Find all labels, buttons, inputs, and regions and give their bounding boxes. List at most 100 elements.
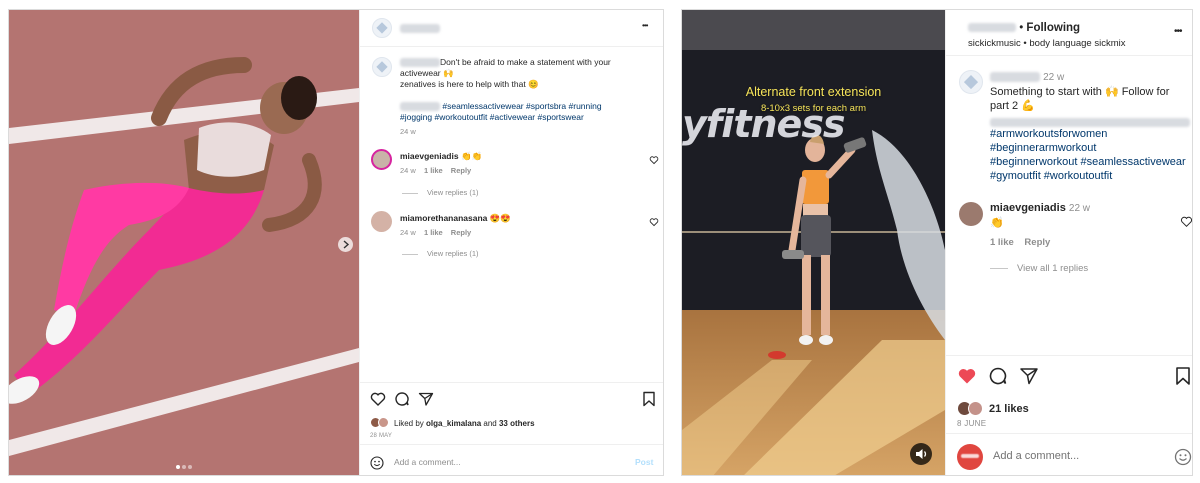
caption-text-line2: part 2 💪 [990, 100, 1035, 112]
commenter-avatar[interactable] [959, 202, 983, 226]
caption-age: 22 w [1043, 72, 1065, 83]
commenter-avatar[interactable] [371, 211, 392, 232]
action-bar: Liked by olga_kimalana and 33 others 28 … [360, 382, 663, 475]
liker-avatar [968, 401, 983, 416]
caption-block: Don't be afraid to make a statement with… [400, 57, 658, 137]
likes-count[interactable]: 21 likes [989, 403, 1029, 415]
share-icon[interactable] [418, 391, 434, 407]
heart-filled-icon[interactable] [957, 366, 977, 386]
emoji-icon[interactable] [1174, 448, 1192, 466]
comment-age: 22 w [1068, 203, 1091, 214]
carousel-dots [176, 465, 196, 469]
reel-video[interactable]: yfitness Alternate front extension 8-10x… [682, 10, 945, 475]
comment-like-heart-icon[interactable] [1180, 215, 1193, 228]
view-replies-2[interactable]: View replies (1) [402, 249, 479, 258]
caption-username-redacted[interactable] [990, 72, 1040, 83]
caption-text-line1: Something to start with 🙌 Follow for [990, 86, 1170, 98]
liked-by-others[interactable]: 33 others [499, 419, 535, 428]
comment-reply-button[interactable]: Reply [451, 228, 471, 237]
hashtag-line[interactable]: #armworkoutsforwomen [990, 127, 1192, 141]
carousel-next-button[interactable] [338, 237, 353, 252]
speaker-icon [916, 449, 927, 459]
caption-username-redacted[interactable] [400, 58, 440, 68]
hashtags-line2[interactable]: #jogging #workoutoutfit #activewear #spo… [400, 112, 658, 123]
username-redacted[interactable] [400, 24, 440, 33]
comment-text: 👏👏 [460, 151, 483, 161]
post-sidebar: ••• Don't be afraid to make a statement … [359, 10, 663, 475]
caption-text-line3: zenatives is here to help with that 😊 [400, 79, 539, 89]
caption-avatar[interactable] [959, 70, 983, 94]
action-bar: 21 likes 8 JUNE Add a comment... [946, 355, 1192, 475]
comment-username[interactable]: miaevgeniadis [400, 151, 459, 161]
gym-workout-video-frame [682, 10, 945, 475]
comment-age: 24 w [400, 228, 416, 237]
hashtag-line[interactable]: #gymoutfit #workoutoutfit [990, 169, 1192, 183]
emoji-icon[interactable] [370, 456, 384, 470]
hashtag-redacted[interactable] [400, 102, 440, 112]
caption-avatar[interactable] [372, 57, 392, 77]
comment-text: 👏 [990, 217, 1004, 229]
share-icon[interactable] [1019, 366, 1039, 386]
reel-sidebar: • Following sickickmusic • body language… [945, 10, 1193, 475]
comment-text: 😍😍 [489, 213, 511, 223]
comment-composer: Add a comment... [946, 433, 1192, 475]
post-header: ••• [360, 10, 663, 47]
brand-avatar[interactable] [372, 18, 392, 38]
mute-button[interactable] [910, 443, 932, 465]
chevron-right-icon [343, 240, 350, 249]
comment-like-heart-icon[interactable] [649, 155, 659, 165]
audio-track[interactable]: sickickmusic • body language sickmix [968, 38, 1126, 49]
comment-1: miaevgeniadis 👏👏 24 w 1 like Reply [400, 151, 640, 176]
liker-avatar [378, 417, 389, 428]
comment-input[interactable]: Add a comment... [993, 450, 1079, 462]
carousel-dot [188, 465, 192, 469]
comment: miaevgeniadis 22 w 👏 1 like Reply [990, 201, 1180, 250]
comment-reply-button[interactable]: Reply [1024, 237, 1050, 248]
bookmark-icon[interactable] [642, 391, 656, 407]
view-all-replies[interactable]: View all 1 replies [990, 263, 1088, 274]
liked-by-user[interactable]: olga_kimalana [426, 419, 481, 428]
more-options-button[interactable]: ••• [642, 21, 648, 30]
comment-2: miamorethananasana 😍😍 24 w 1 like Reply [400, 213, 640, 238]
comment-icon[interactable] [988, 366, 1008, 386]
comment-username[interactable]: miamorethananasana [400, 213, 487, 223]
post-right: yfitness Alternate front extension 8-10x… [681, 9, 1193, 476]
username-redacted[interactable] [968, 23, 1016, 33]
bookmark-icon[interactable] [1174, 366, 1192, 386]
carousel-dot-active [176, 465, 180, 469]
hashtag-line[interactable]: #beginnerarmworkout [990, 141, 1192, 155]
comment-likes[interactable]: 1 like [424, 228, 443, 237]
self-avatar[interactable] [957, 444, 983, 470]
comment-icon[interactable] [394, 391, 410, 407]
comment-username[interactable]: miaevgeniadis [990, 202, 1066, 214]
comment-like-heart-icon[interactable] [649, 217, 659, 227]
caption-block: 22 w Something to start with 🙌 Follow fo… [990, 70, 1192, 183]
post-left: ••• Don't be afraid to make a statement … [8, 9, 664, 476]
caption-text-line2: activewear 🙌 [400, 68, 454, 78]
liked-by: Liked by olga_kimalana and 33 others [394, 419, 535, 428]
hashtag-line[interactable]: #beginnerworkout #seamlessactivewear [990, 155, 1192, 169]
post-comment-button[interactable]: Post [635, 457, 653, 467]
track-athlete-photo [9, 10, 359, 475]
comment-input[interactable]: Add a comment... [394, 457, 461, 467]
post-photo[interactable] [9, 10, 359, 475]
heart-icon[interactable] [370, 391, 386, 407]
post-date: 8 JUNE [957, 419, 987, 428]
following-button[interactable]: Following [1026, 22, 1080, 34]
video-subtitle: 8-10x3 sets for each arm [760, 103, 867, 114]
carousel-dot [182, 465, 186, 469]
reel-header: • Following sickickmusic • body language… [946, 10, 1192, 56]
commenter-avatar[interactable] [371, 149, 392, 170]
hashtags-redacted[interactable] [990, 117, 1190, 127]
video-title: Alternate front extension [745, 85, 882, 99]
post-date: 28 MAY [370, 433, 393, 439]
caption-age: 24 w [400, 127, 416, 136]
comment-likes[interactable]: 1 like [424, 166, 443, 175]
comment-likes[interactable]: 1 like [990, 237, 1014, 248]
view-replies-1[interactable]: View replies (1) [402, 188, 479, 197]
comment-age: 24 w [400, 166, 416, 175]
comment-reply-button[interactable]: Reply [451, 166, 471, 175]
more-options-button[interactable]: ••• [1174, 26, 1182, 37]
hashtags-line1[interactable]: #seamlessactivewear #sportsbra #running [442, 101, 601, 111]
comment-composer: Add a comment... Post [360, 444, 663, 475]
